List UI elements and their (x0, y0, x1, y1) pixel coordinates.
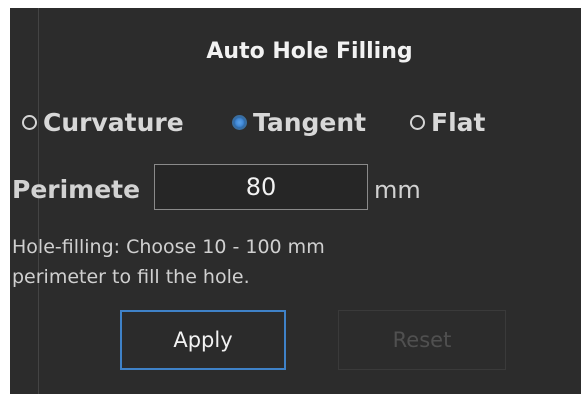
hint-line-2: perimeter to fill the hole. (12, 266, 250, 288)
radio-option-tangent[interactable]: Tangent (232, 104, 366, 140)
radio-curvature-icon[interactable] (22, 114, 37, 130)
panel-title: Auto Hole Filling (206, 39, 413, 64)
radio-option-curvature[interactable]: Curvature (22, 104, 184, 140)
perimeter-unit: mm (374, 176, 421, 204)
perimeter-label: Perimete (12, 175, 141, 204)
apply-button[interactable]: Apply (120, 310, 286, 370)
radio-tangent-label: Tangent (253, 107, 367, 137)
radio-flat-icon[interactable] (410, 114, 425, 130)
radio-curvature-label: Curvature (43, 107, 184, 137)
radio-tangent-icon[interactable] (232, 114, 247, 130)
radio-flat-label: Flat (431, 107, 486, 137)
reset-button[interactable]: Reset (338, 310, 506, 370)
radio-option-flat[interactable]: Flat (410, 104, 485, 140)
hint-line-1: Hole-filling: Choose 10 - 100 mm (12, 236, 325, 258)
hint-text: Hole-filling: Choose 10 - 100 mm perimet… (12, 232, 432, 292)
perimeter-input[interactable] (154, 164, 368, 210)
